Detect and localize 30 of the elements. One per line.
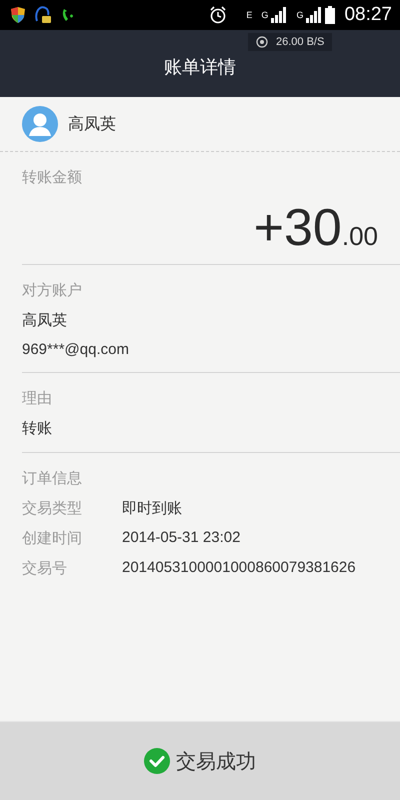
order-key: 创建时间 bbox=[22, 529, 122, 548]
alarm-icon bbox=[209, 6, 228, 24]
transaction-status: 交易成功 bbox=[176, 750, 256, 774]
battery-icon bbox=[325, 6, 336, 24]
account-name: 高凤英 bbox=[22, 311, 68, 330]
order-value: 2014053100001000860079381626 bbox=[122, 559, 356, 578]
order-key: 交易号 bbox=[22, 559, 122, 578]
field-label: 理由 bbox=[22, 389, 53, 408]
contact-name: 高凤英 bbox=[68, 114, 116, 134]
signal-icon bbox=[271, 7, 288, 23]
amount-value: +30.00 bbox=[254, 202, 379, 254]
order-value: 2014-05-31 23:02 bbox=[122, 529, 240, 548]
account-email: 969***@qq.com bbox=[22, 341, 130, 358]
field-label: 对方账户 bbox=[22, 281, 83, 300]
network-type: G bbox=[296, 10, 304, 20]
signal-icon bbox=[306, 7, 322, 23]
order-key: 交易类型 bbox=[22, 499, 122, 518]
order-value: 即时到账 bbox=[122, 499, 182, 518]
network-type: G bbox=[261, 10, 268, 20]
phone-icon bbox=[60, 7, 74, 23]
field-label: 转账金额 bbox=[22, 168, 83, 187]
clock-time: 08:27 bbox=[344, 4, 392, 26]
reason-value: 转账 bbox=[22, 419, 53, 438]
avatar-icon bbox=[22, 106, 58, 142]
speed-text: 26.00 B/S bbox=[276, 36, 324, 48]
page-title: 账单详情 bbox=[164, 56, 236, 78]
shield-icon bbox=[10, 6, 26, 24]
check-icon bbox=[144, 748, 170, 774]
network-type: E bbox=[246, 10, 252, 20]
field-label: 订单信息 bbox=[22, 469, 83, 488]
